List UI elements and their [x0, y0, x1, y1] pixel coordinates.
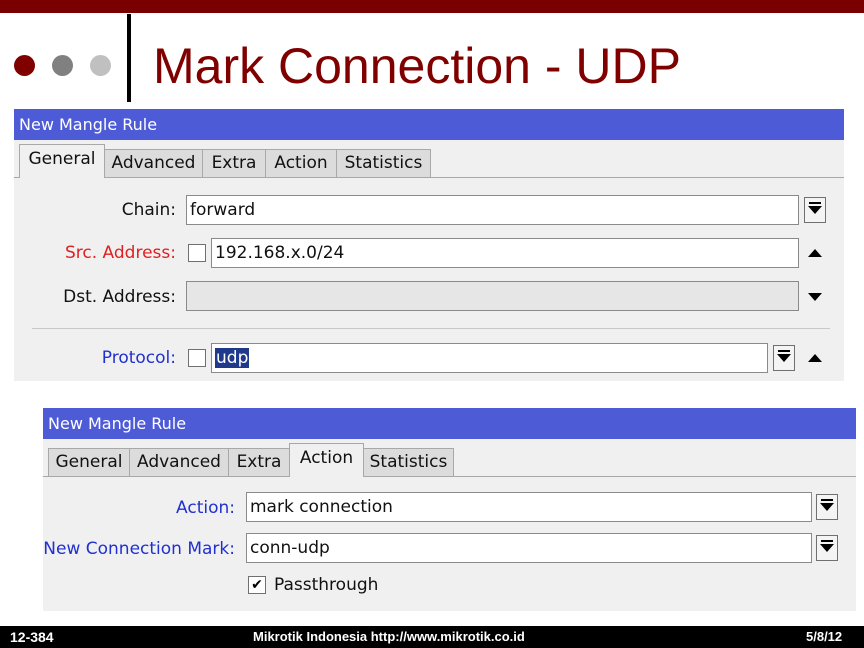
- dst-address-field[interactable]: [186, 281, 799, 311]
- new-connection-mark-label: New Connection Mark:: [43, 539, 235, 559]
- passthrough-label: Passthrough: [274, 575, 379, 595]
- tab-bar: General Advanced Extra Action Statistics: [14, 144, 844, 178]
- tab-bar: General Advanced Extra Action Statistics: [43, 443, 856, 477]
- protocol-dropdown-button[interactable]: [773, 345, 795, 371]
- title-divider: [127, 14, 131, 102]
- passthrough-checkbox[interactable]: ✔: [248, 576, 266, 594]
- top-accent-bar: [0, 0, 864, 13]
- protocol-invert-checkbox[interactable]: [188, 349, 206, 367]
- tab-action[interactable]: Action: [265, 149, 337, 177]
- footer-slide-code: 12-384: [10, 629, 54, 645]
- window-title: New Mangle Rule: [14, 109, 844, 140]
- src-address-label: Src. Address:: [65, 243, 176, 263]
- bullet-dot-light-gray: [90, 55, 111, 76]
- bullet-dot-gray: [52, 55, 73, 76]
- protocol-field[interactable]: udp: [211, 343, 768, 373]
- footer-date: 5/8/12: [806, 629, 843, 644]
- section-separator: [32, 328, 830, 329]
- dst-address-expand-icon[interactable]: [808, 293, 822, 301]
- tab-statistics[interactable]: Statistics: [336, 149, 431, 177]
- src-address-invert-checkbox[interactable]: [188, 244, 206, 262]
- mangle-rule-window-action: New Mangle Rule General Advanced Extra A…: [43, 408, 856, 611]
- dst-address-label: Dst. Address:: [63, 287, 176, 307]
- action-field[interactable]: mark connection: [246, 492, 812, 522]
- chain-label: Chain:: [121, 200, 176, 220]
- window-title: New Mangle Rule: [43, 408, 856, 439]
- slide-footer: 12-384 Mikrotik Indonesia http://www.mik…: [0, 626, 864, 648]
- src-address-collapse-icon[interactable]: [808, 249, 822, 257]
- protocol-value: udp: [215, 348, 250, 368]
- tab-advanced[interactable]: Advanced: [104, 149, 203, 177]
- chain-field[interactable]: forward: [186, 195, 799, 225]
- action-dropdown-button[interactable]: [816, 494, 838, 520]
- mangle-rule-window-general: New Mangle Rule General Advanced Extra A…: [14, 109, 844, 381]
- footer-site: Mikrotik Indonesia http://www.mikrotik.c…: [253, 629, 525, 644]
- tab-extra[interactable]: Extra: [202, 149, 266, 177]
- tab-advanced[interactable]: Advanced: [129, 448, 229, 476]
- chain-dropdown-button[interactable]: [804, 197, 826, 223]
- tab-action[interactable]: Action: [289, 443, 364, 477]
- protocol-label: Protocol:: [101, 348, 176, 368]
- tab-statistics[interactable]: Statistics: [363, 448, 454, 476]
- new-connection-mark-field[interactable]: conn-udp: [246, 533, 812, 563]
- new-connection-mark-dropdown-button[interactable]: [816, 535, 838, 561]
- action-label: Action:: [176, 498, 235, 518]
- tab-general[interactable]: General: [19, 144, 105, 178]
- bullet-dot-dark-red: [14, 55, 35, 76]
- tab-extra[interactable]: Extra: [228, 448, 290, 476]
- protocol-collapse-icon[interactable]: [808, 354, 822, 362]
- tab-general[interactable]: General: [48, 448, 130, 476]
- slide-title: Mark Connection - UDP: [153, 38, 681, 94]
- src-address-field[interactable]: 192.168.x.0/24: [211, 238, 799, 268]
